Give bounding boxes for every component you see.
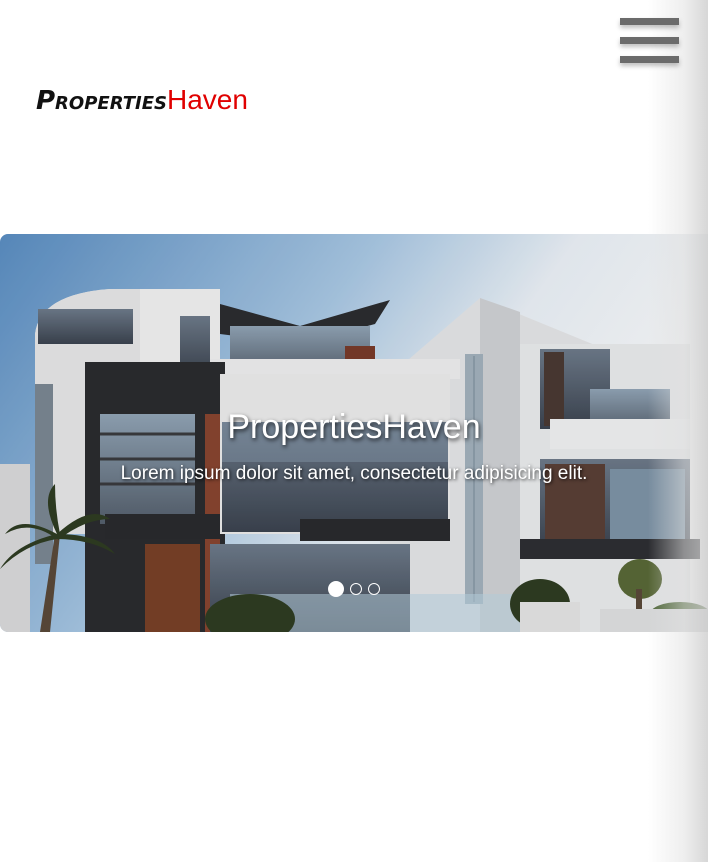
page: PropertiesHaven PropertiesHaven Lorem ip… (0, 0, 708, 862)
hero-carousel[interactable]: PropertiesHaven Lorem ipsum dolor sit am… (0, 234, 708, 632)
carousel-indicators (0, 581, 708, 597)
carousel-indicator-2[interactable] (350, 583, 362, 595)
site-logo[interactable]: PropertiesHaven (36, 84, 248, 117)
slide-caption-text: Lorem ipsum dolor sit amet, consectetur … (120, 463, 588, 484)
carousel-indicator-3[interactable] (368, 583, 380, 595)
slide-title: PropertiesHaven (227, 408, 481, 446)
carousel-indicator-1[interactable] (328, 581, 344, 597)
hamburger-menu-button[interactable] (620, 16, 680, 68)
logo-text-haven: Haven (167, 84, 248, 115)
logo-text-properties: Properties (36, 86, 167, 116)
